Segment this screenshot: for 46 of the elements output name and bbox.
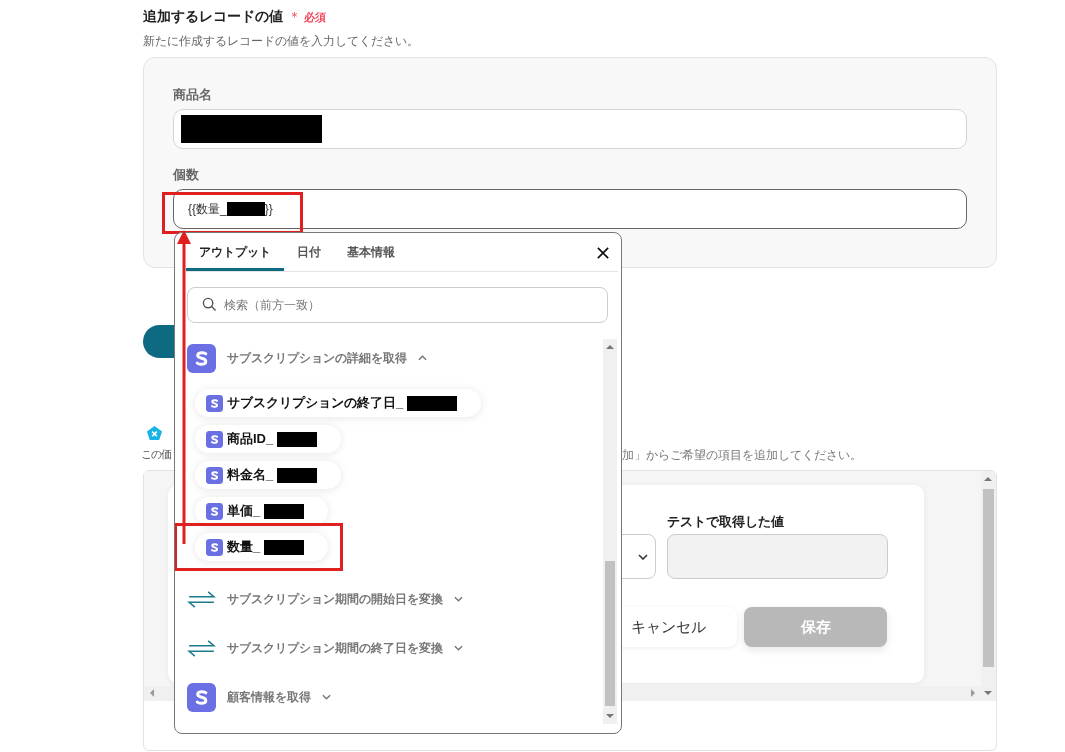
note-text: 加」からご希望の項目を追加してください。 bbox=[622, 447, 863, 464]
app-logo-icon bbox=[206, 466, 223, 484]
required-mark: ＊ bbox=[288, 8, 301, 26]
app-logo-icon bbox=[187, 682, 216, 712]
field-value-end: }} bbox=[264, 202, 273, 216]
app-logo-icon bbox=[206, 538, 223, 556]
app-logo-icon bbox=[206, 430, 223, 448]
group-header[interactable]: サブスクリプション期間の開始日を変換 bbox=[187, 582, 603, 616]
field-label: 商品名 bbox=[173, 86, 213, 103]
close-icon[interactable] bbox=[597, 247, 609, 259]
redaction-bar bbox=[277, 431, 318, 447]
search-field[interactable]: 検索（前方一致） bbox=[187, 287, 608, 323]
group-header[interactable]: 顧客情報を取得 bbox=[187, 680, 603, 714]
field-label: 個数 bbox=[173, 166, 200, 183]
vertical-scrollbar[interactable] bbox=[603, 339, 617, 724]
app-logo-icon bbox=[206, 502, 223, 520]
app-logo-icon bbox=[187, 343, 216, 373]
output-item[interactable]: サブスクリプションの終了日_ bbox=[195, 389, 482, 417]
redaction-bar bbox=[264, 503, 305, 519]
tab[interactable]: 基本情報 bbox=[334, 233, 408, 271]
output-item[interactable]: 料金名_ bbox=[195, 461, 342, 489]
output-item[interactable]: 商品ID_ bbox=[195, 425, 342, 453]
swap-arrows-icon bbox=[187, 589, 216, 609]
group-header[interactable]: サブスクリプションの詳細を取得 bbox=[187, 341, 603, 375]
test-value-label: テストで取得した値 bbox=[667, 513, 785, 531]
tab[interactable]: 日付 bbox=[284, 233, 334, 271]
field-value-start: {{数量_ bbox=[188, 200, 227, 218]
app-logo-icon bbox=[206, 394, 223, 412]
note-text: この価 bbox=[141, 447, 172, 462]
group-header[interactable]: サブスクリプション期間の終了日を変換 bbox=[187, 631, 603, 665]
swap-arrows-icon bbox=[187, 638, 216, 658]
input-field[interactable] bbox=[173, 109, 967, 149]
search-icon bbox=[202, 297, 217, 312]
input-field[interactable]: {{数量_ }} bbox=[173, 189, 967, 229]
redaction-bar bbox=[226, 202, 265, 216]
redaction-bar bbox=[277, 467, 318, 483]
pentagon-icon bbox=[146, 425, 163, 442]
redaction-bar bbox=[264, 539, 305, 555]
required-label: 必須 bbox=[304, 10, 326, 25]
output-item[interactable]: 単価_ bbox=[195, 497, 329, 525]
output-item[interactable]: 数量_ bbox=[195, 533, 329, 561]
vertical-scrollbar[interactable] bbox=[981, 471, 996, 701]
section-title: 追加するレコードの値 bbox=[143, 8, 283, 26]
chevron-down-icon bbox=[638, 553, 648, 560]
section-hint: 新たに作成するレコードの値を入力してください。 bbox=[143, 33, 420, 48]
redaction-bar bbox=[407, 395, 458, 411]
